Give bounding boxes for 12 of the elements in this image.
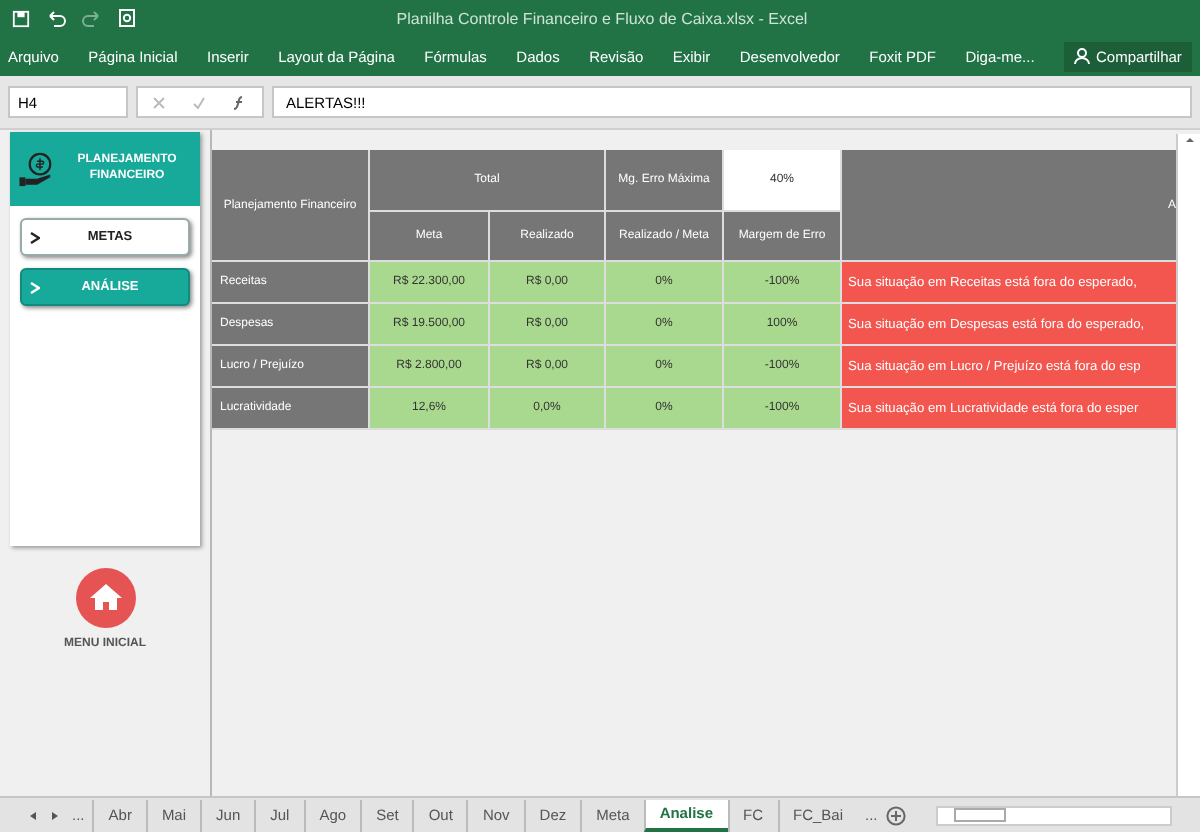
print-preview-icon[interactable] (118, 8, 136, 28)
home-icon (75, 568, 135, 628)
check-icon[interactable] (191, 95, 206, 109)
window-title: Planilha Controle Financeiro e Fluxo de Caixa.xlsx - Excel (396, 9, 810, 27)
chevron-icon (30, 281, 40, 293)
scroll-up-icon[interactable] (1183, 134, 1195, 146)
chevron-icon (30, 231, 40, 243)
person-icon (1074, 48, 1090, 64)
add-sheet-icon[interactable] (885, 805, 906, 825)
save-icon[interactable] (12, 9, 30, 27)
undo-icon[interactable] (46, 9, 66, 27)
horizontal-scrollbar[interactable] (936, 805, 1172, 825)
